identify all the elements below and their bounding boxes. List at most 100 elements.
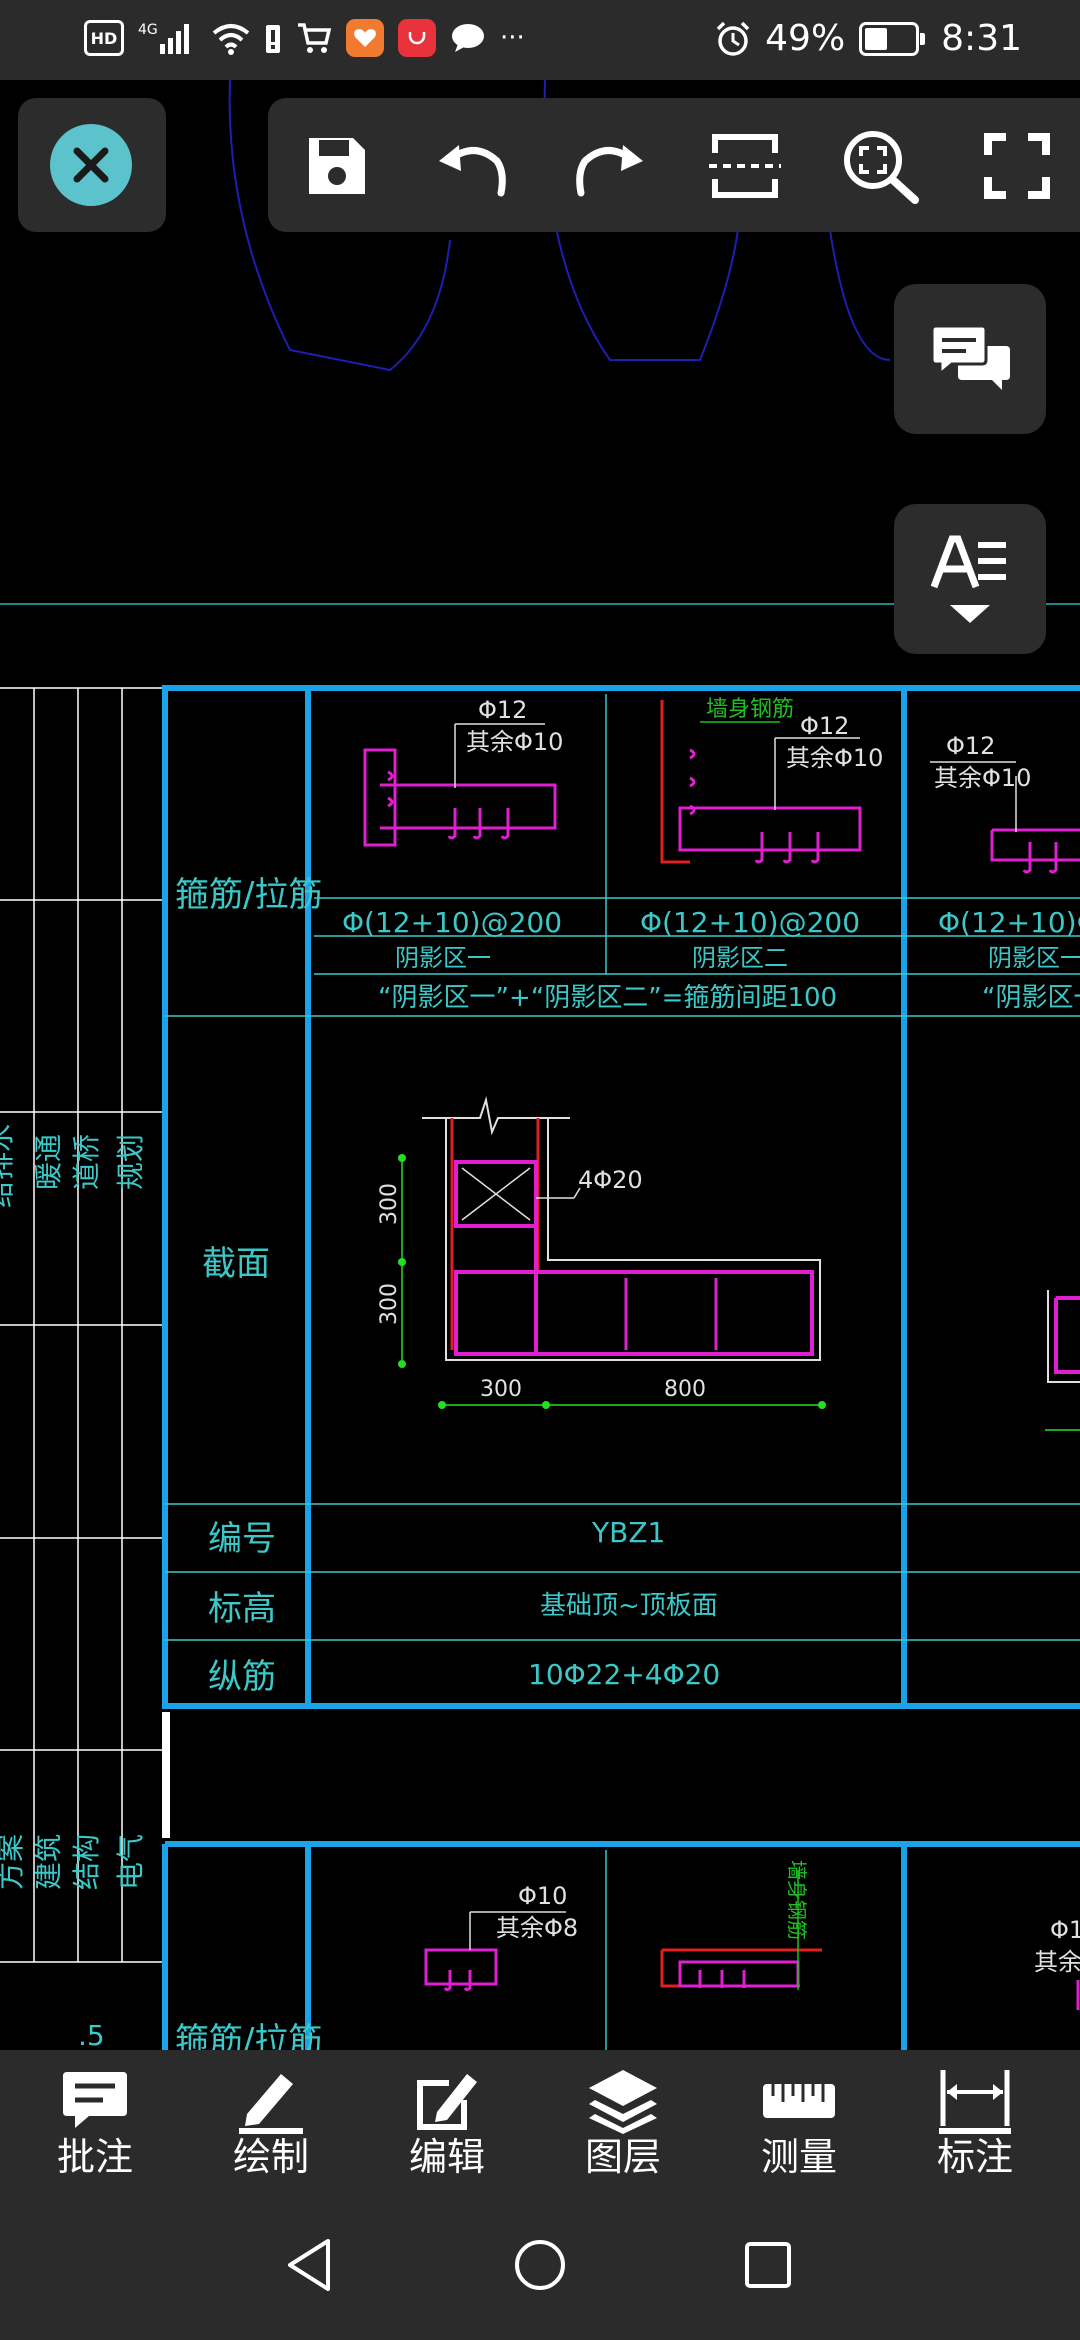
- col2-spec: Φ(12+10)@200: [640, 906, 860, 939]
- lower-col2-wall-bar: 墙身钢筋: [785, 1860, 809, 1940]
- col2-zone: 阴影区二: [692, 944, 788, 972]
- left-strip-labels: 给排水 暖通 道桥 规划 方案 建筑 结构 电气 .5: [0, 1124, 147, 2050]
- comments-button[interactable]: [894, 284, 1046, 434]
- system-nav-bar: [0, 2190, 1080, 2340]
- lower-col3-detail: Φ1 其余Φ: [1034, 1916, 1080, 2010]
- fullscreen-button[interactable]: [974, 123, 1060, 209]
- strip-label: 建筑: [32, 1834, 65, 1890]
- alert-battery-icon: [264, 18, 282, 58]
- tab-label: 图层: [584, 2135, 661, 2179]
- col1-zone: 阴影区一: [395, 944, 491, 972]
- tab-label: 批注: [56, 2135, 133, 2179]
- tab-dimension[interactable]: 标注: [900, 2068, 1050, 2179]
- network-type: 4G: [138, 22, 158, 38]
- merged-zone-note: “阴影区一”+“阴影区二”=箍筋间距100: [378, 983, 837, 1013]
- home-button[interactable]: [505, 2230, 575, 2300]
- redo-icon: [576, 145, 643, 197]
- lower-col1-detail: Φ10 其余Φ8: [424, 1882, 578, 1991]
- label-stirrup: 箍筋/拉筋: [175, 875, 322, 915]
- col2-stirrup-detail: 墙身钢筋 Φ12 其余Φ10: [660, 697, 883, 864]
- close-panel: [18, 98, 166, 232]
- elevation-value: 基础顶~顶板面: [540, 1591, 718, 1621]
- lower-col1-bar-top: Φ10: [518, 1882, 567, 1910]
- save-icon: [309, 138, 365, 194]
- lower-col1-bar-other: 其余Φ8: [496, 1914, 578, 1942]
- text-style-icon: [930, 535, 1006, 589]
- tab-label: 编辑: [408, 2135, 485, 2179]
- label-elevation: 标高: [208, 1589, 276, 1629]
- tab-draw[interactable]: 绘制: [196, 2068, 346, 2179]
- dim-v1: 300: [377, 1183, 402, 1225]
- redo-button[interactable]: [566, 123, 652, 209]
- fullscreen-icon: [984, 133, 1050, 199]
- undo-button[interactable]: [430, 123, 516, 209]
- label-section: 截面: [202, 1244, 270, 1284]
- alarm-icon: [715, 19, 751, 59]
- close-icon: [73, 147, 109, 183]
- strip-label: 暖通: [32, 1134, 65, 1190]
- lower-col2-detail: 墙身钢筋: [660, 1860, 822, 1990]
- hd-badge: HD: [84, 20, 124, 56]
- dim-v2: 300: [377, 1283, 402, 1325]
- home-icon: [515, 2240, 565, 2290]
- recents-button[interactable]: [733, 2230, 803, 2300]
- section-rebar-label: 4Φ20: [578, 1166, 643, 1194]
- strip-number: .5: [78, 2019, 105, 2050]
- strip-label: 电气: [114, 1834, 147, 1890]
- layers-icon: [589, 2070, 657, 2134]
- top-toolbar: [268, 98, 1080, 232]
- tab-layers[interactable]: 图层: [548, 2068, 698, 2179]
- lower-col3-bar-top: Φ1: [1050, 1916, 1080, 1944]
- left-strip-grid: [0, 687, 164, 1963]
- col1-bar-other: 其余Φ10: [466, 728, 563, 756]
- tab-edit[interactable]: 编辑: [372, 2068, 522, 2179]
- label-stirrup-lower: 箍筋/拉筋: [175, 2021, 322, 2050]
- col2-wall-bar: 墙身钢筋: [706, 697, 794, 722]
- status-left: HD 4G ···: [84, 18, 525, 58]
- close-button[interactable]: [50, 124, 132, 206]
- bottom-toolbar: 批注 绘制 编辑 图层 测量 标注: [0, 2050, 1080, 2190]
- col1-stirrup-detail: Φ12 其余Φ10: [363, 696, 563, 847]
- strip-label: 方案: [0, 1834, 27, 1890]
- lower-col3-bar-other: 其余Φ: [1034, 1948, 1080, 1976]
- signal-icon: 4G: [138, 18, 198, 58]
- tab-measure[interactable]: 测量: [724, 2068, 874, 2179]
- strip-label: 道桥: [70, 1134, 103, 1190]
- code-value: YBZ1: [591, 1516, 665, 1549]
- more-notifications-icon: ···: [500, 23, 525, 53]
- section-button[interactable]: [702, 123, 788, 209]
- strip-label: 给排水: [0, 1124, 17, 1208]
- col3-bar-top: Φ12: [946, 732, 995, 760]
- dim-h1: 300: [480, 1377, 522, 1402]
- battery-icon: [859, 21, 926, 56]
- recents-icon: [745, 2242, 791, 2288]
- text-style-button[interactable]: [894, 504, 1046, 654]
- comment-icon: [63, 2072, 127, 2128]
- chevron-down-icon: [950, 605, 990, 623]
- strip-label: 结构: [70, 1834, 103, 1890]
- clock: 8:31: [941, 18, 1022, 59]
- background-outline: [829, 229, 891, 361]
- battery-percent: 49%: [765, 18, 846, 59]
- back-icon: [288, 2239, 330, 2291]
- edit-icon: [417, 2074, 477, 2130]
- col1-bar-top: Φ12: [478, 696, 527, 724]
- longitudinal-value: 10Φ22+4Φ20: [528, 1658, 720, 1691]
- wifi-icon: [212, 18, 250, 58]
- lower-table-frame: [162, 1841, 1080, 2050]
- dimension-icon: [939, 2070, 1011, 2134]
- white-divider: [162, 1712, 170, 1838]
- zoom-region-icon: [844, 131, 919, 204]
- strip-label: 规划: [114, 1134, 147, 1190]
- shopping-cart-icon: [296, 18, 332, 58]
- tab-label: 绘制: [232, 2135, 309, 2179]
- zoom-region-button[interactable]: [838, 123, 924, 209]
- ruler-icon: [763, 2084, 835, 2118]
- upper-table-frame: [162, 685, 1080, 1709]
- message-bubble-icon: [450, 18, 486, 58]
- tab-annotate[interactable]: 批注: [20, 2068, 170, 2179]
- save-button[interactable]: [294, 123, 380, 209]
- back-button[interactable]: [274, 2230, 344, 2300]
- tab-label: 标注: [936, 2135, 1013, 2179]
- comments-icon: [930, 324, 1010, 390]
